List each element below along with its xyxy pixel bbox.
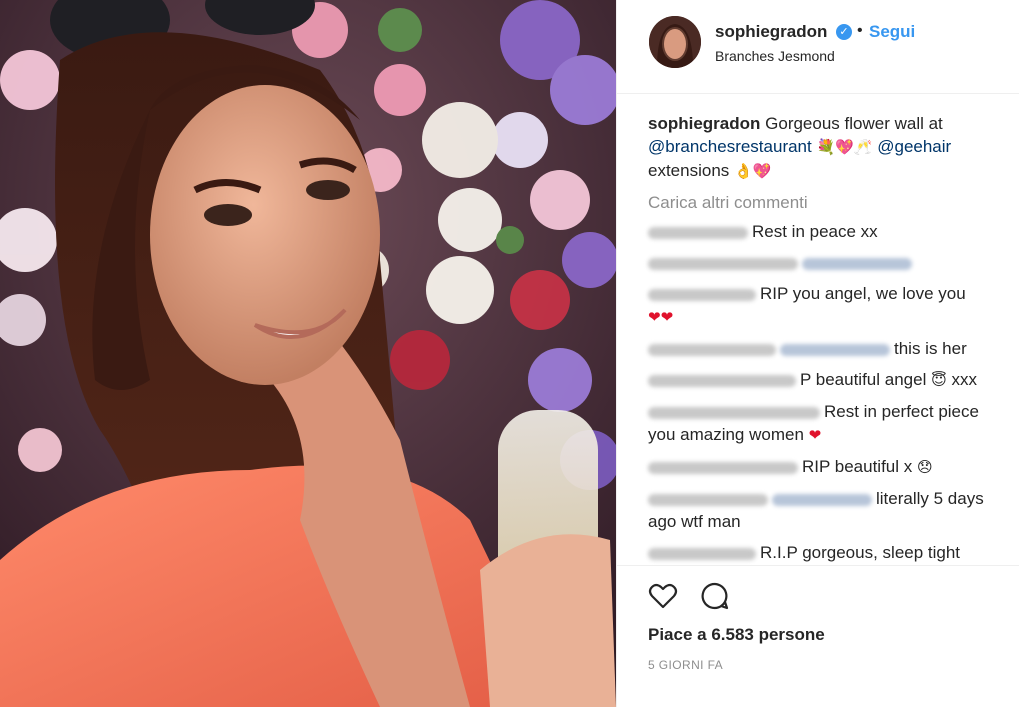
caption: sophiegradon Gorgeous flower wall at @br… [648,112,1008,183]
blurred-username [648,461,798,474]
blurred-username [648,374,796,387]
caption-mention[interactable]: @geehair [877,137,951,156]
list-item: this is her [648,337,1008,360]
verified-badge-icon: ✓ [836,24,852,40]
list-item: P beautiful angel 😇 xxx [648,368,1008,392]
list-item [648,251,1008,274]
divider [617,565,1019,566]
blurred-username [648,547,756,560]
avatar-image [649,16,701,68]
follow-button[interactable]: Segui [869,22,915,42]
post-photo[interactable] [0,0,616,707]
post-location[interactable]: Branches Jesmond [715,48,835,64]
comment-emoji: 😇 [931,371,947,389]
blurred-username [648,493,768,506]
blurred-username [648,288,756,301]
post-header: sophiegradon ✓ • Segui Branches Jesmond [617,0,1019,94]
list-item: literally 5 days ago wtf man [648,487,1008,533]
list-item: R.I.P gorgeous, sleep tight [648,541,1008,564]
blurred-mention [802,257,912,270]
comment-bubble-icon[interactable] [699,580,731,612]
post-username[interactable]: sophiegradon [715,22,827,42]
avatar[interactable] [649,16,701,68]
likes-count[interactable]: Piace a 6.583 persone [648,625,825,645]
heart-outline-icon[interactable] [647,580,679,612]
comment-emoji: ❤❤ [648,308,674,326]
comment-text: R.I.P gorgeous, sleep tight [760,543,961,562]
caption-username[interactable]: sophiegradon [648,114,760,133]
list-item: RIP you angel, we love you ❤❤ [648,282,1008,329]
blurred-username [648,257,798,270]
load-more-comments-button[interactable]: Carica altri commenti [648,191,1008,214]
photo-illustration [0,0,616,707]
list-item: RIP beautiful x 😞 [648,455,1008,479]
comment-text: this is her [894,339,967,358]
list-item: Rest in peace xx [648,220,1008,243]
comment-text: xxx [951,370,977,389]
blurred-username [648,406,820,419]
blurred-username [648,226,748,239]
separator-dot: • [857,22,863,39]
blurred-mention [780,343,890,356]
list-item: Rest in perfect piece you amazing women … [648,400,1008,447]
comment-emoji: 😞 [917,458,933,476]
post-timestamp[interactable]: 5 GIORNI FA [648,658,723,672]
blurred-username [648,343,776,356]
comments-list: sophiegradon Gorgeous flower wall at @br… [648,112,1008,572]
comment-text: P beautiful angel [800,370,927,389]
caption-emojis: 💐💖🥂 [816,138,873,156]
caption-text: extensions [648,161,730,180]
comment-text: RIP beautiful x [802,457,913,476]
comment-text: RIP you angel, we love you [760,284,966,303]
comment-text: Rest in peace xx [752,222,878,241]
post-details-panel: sophiegradon ✓ • Segui Branches Jesmond … [616,0,1024,707]
caption-mention[interactable]: @branchesrestaurant [648,137,812,156]
comment-emoji: ❤ [808,426,822,444]
blurred-mention [772,493,872,506]
caption-emojis: 👌💖 [734,162,772,180]
caption-text: Gorgeous flower wall at [765,114,943,133]
